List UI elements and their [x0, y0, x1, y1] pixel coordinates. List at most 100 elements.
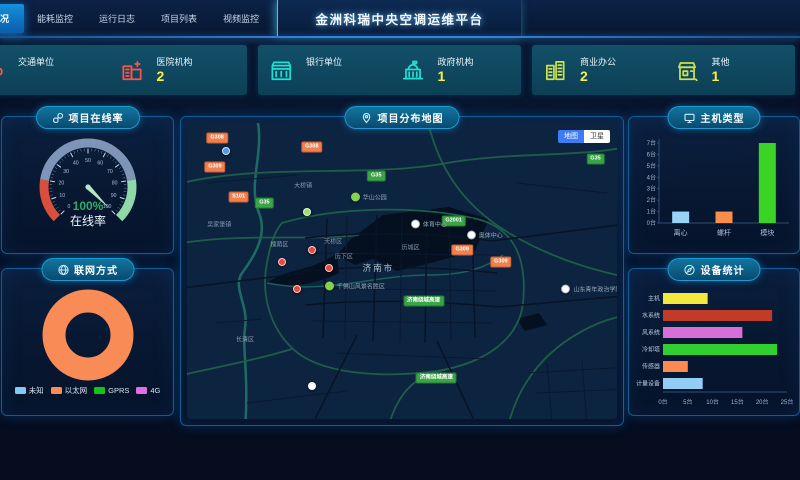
stat-card-1: 交通单位 医院机构2	[0, 45, 247, 95]
panel-network-type: 未知以太网GPRS4G 联网方式	[1, 268, 174, 416]
svg-text:6台: 6台	[647, 150, 656, 158]
stat-value: 1	[438, 68, 474, 84]
nav-tab-5[interactable]: 视频监控	[210, 6, 272, 31]
nav-tab-3[interactable]: 运行日志	[86, 6, 148, 31]
panel-device-stats: 0台5台10台15台20台25台主机水系统风系统冷却塔传感器计量设备 设备统计	[628, 268, 800, 416]
map-btn-卫星[interactable]: 卫星	[584, 130, 610, 143]
app-title-plate: 金洲科瑞中央空调运维平台	[277, 0, 522, 36]
project-marker-1[interactable]	[308, 246, 316, 254]
svg-text:10台: 10台	[706, 398, 719, 406]
panel-title: 联网方式	[74, 262, 118, 277]
online-rate-gauge: 0102030405060708090100100%在线率	[2, 117, 173, 245]
top-nav-bar: 概况能耗监控运行日志项目列表视频监控 金洲科瑞中央空调运维平台	[0, 0, 800, 36]
svg-text:2台: 2台	[647, 196, 656, 204]
svg-text:4台: 4台	[647, 173, 656, 181]
stat-text: 商业办公2	[580, 57, 616, 84]
svg-text:离心: 离心	[674, 228, 688, 237]
project-marker-6[interactable]	[222, 147, 230, 155]
panel-header-map: 项目分布地图	[345, 106, 460, 129]
host-type-chart: 0台1台2台3台4台5台6台7台离心螺杆模块	[629, 117, 799, 243]
project-marker-2[interactable]	[325, 264, 333, 272]
map-canvas[interactable]	[187, 123, 617, 419]
svg-text:20: 20	[58, 181, 64, 187]
svg-text:计量设备: 计量设备	[636, 380, 660, 388]
svg-text:在线率: 在线率	[69, 213, 105, 228]
panel-title: 主机类型	[701, 110, 745, 125]
stat-item[interactable]: 商业办公2	[532, 57, 664, 84]
legend-item-以太网[interactable]: 以太网	[51, 385, 88, 396]
panel-host-type: 0台1台2台3台4台5台6台7台离心螺杆模块 主机类型	[628, 116, 800, 254]
svg-text:20台: 20台	[756, 398, 769, 406]
link-icon	[52, 112, 64, 124]
legend-item-GPRS[interactable]: GPRS	[94, 386, 129, 395]
nav-tab-2[interactable]: 能耗监控	[24, 6, 86, 31]
stat-card-3: 商业办公2 其他1	[532, 45, 795, 95]
panel-header-online: 项目在线率	[36, 106, 140, 129]
svg-text:主机: 主机	[648, 295, 660, 303]
stat-value: 2	[580, 68, 616, 84]
stat-label: 其他	[712, 57, 730, 68]
network-type-donut	[2, 269, 173, 383]
stat-label: 医院机构	[157, 57, 193, 68]
wifi-icon	[57, 264, 69, 276]
map-btn-地图[interactable]: 地图	[558, 130, 584, 143]
nav-tabs: 概况能耗监控运行日志项目列表视频监控	[0, 0, 272, 36]
stat-item[interactable]: 其他1	[664, 57, 796, 84]
nav-tab-1[interactable]: 概况	[0, 4, 24, 33]
network-type-legend: 未知 以太网 GPRS 4G	[2, 385, 173, 396]
svg-text:风系统: 风系统	[642, 329, 660, 337]
stat-item[interactable]: 银行单位	[258, 57, 390, 84]
svg-text:40: 40	[72, 161, 78, 167]
stat-value: 2	[157, 68, 193, 84]
stat-text: 政府机构1	[438, 57, 474, 84]
legend-label: 以太网	[65, 385, 88, 396]
svg-text:7台: 7台	[647, 139, 656, 147]
map-roads-layer	[187, 123, 617, 419]
legend-item-4G[interactable]: 4G	[136, 386, 160, 395]
legend-swatch	[51, 387, 62, 394]
device-stats-chart: 0台5台10台15台20台25台主机水系统风系统冷却塔传感器计量设备	[629, 269, 799, 413]
stat-label: 交通单位	[18, 57, 54, 68]
legend-swatch	[94, 387, 105, 394]
panel-project-online-rate: 0102030405060708090100100%在线率 项目在线率	[1, 116, 174, 254]
stat-value: 1	[712, 68, 730, 84]
svg-text:50: 50	[85, 158, 91, 164]
legend-label: GPRS	[108, 386, 129, 395]
legend-label: 未知	[29, 385, 44, 396]
project-marker-4[interactable]	[278, 258, 286, 266]
office-icon	[542, 57, 568, 83]
bank-icon	[268, 57, 294, 83]
svg-text:模块: 模块	[760, 228, 774, 237]
page-title: 金洲科瑞中央空调运维平台	[315, 9, 483, 28]
svg-text:冷却塔: 冷却塔	[642, 346, 660, 354]
svg-text:3台: 3台	[647, 185, 656, 193]
project-marker-5[interactable]	[303, 208, 311, 216]
stat-item[interactable]: 医院机构2	[109, 57, 248, 84]
nav-tab-4[interactable]: 项目列表	[148, 6, 210, 31]
legend-item-未知[interactable]: 未知	[15, 385, 44, 396]
svg-text:1台: 1台	[647, 208, 656, 216]
stat-label: 商业办公	[580, 57, 616, 68]
government-icon	[400, 57, 426, 83]
project-marker-3[interactable]	[293, 285, 301, 293]
stat-item[interactable]: 交通单位	[0, 57, 109, 84]
svg-text:100%: 100%	[72, 199, 103, 213]
map-wrap: G308G308G309S101G309G309G35G35G35G2001济南…	[187, 123, 617, 419]
svg-text:0台: 0台	[647, 219, 656, 227]
compass-icon	[684, 264, 696, 276]
svg-text:30: 30	[63, 169, 69, 175]
svg-text:10: 10	[59, 193, 65, 199]
svg-text:60: 60	[97, 161, 103, 167]
svg-text:5台: 5台	[683, 398, 692, 406]
svg-text:水系统: 水系统	[642, 312, 660, 320]
panel-title: 设备统计	[701, 262, 745, 277]
svg-text:传感器: 传感器	[642, 363, 660, 371]
stat-item[interactable]: 政府机构1	[390, 57, 522, 84]
project-marker-7[interactable]	[308, 382, 316, 390]
svg-text:80: 80	[111, 181, 117, 187]
svg-text:70: 70	[106, 169, 112, 175]
stat-text: 医院机构2	[157, 57, 193, 84]
panel-header-device: 设备统计	[668, 258, 761, 281]
svg-text:0台: 0台	[658, 398, 667, 406]
stat-value	[18, 68, 54, 84]
